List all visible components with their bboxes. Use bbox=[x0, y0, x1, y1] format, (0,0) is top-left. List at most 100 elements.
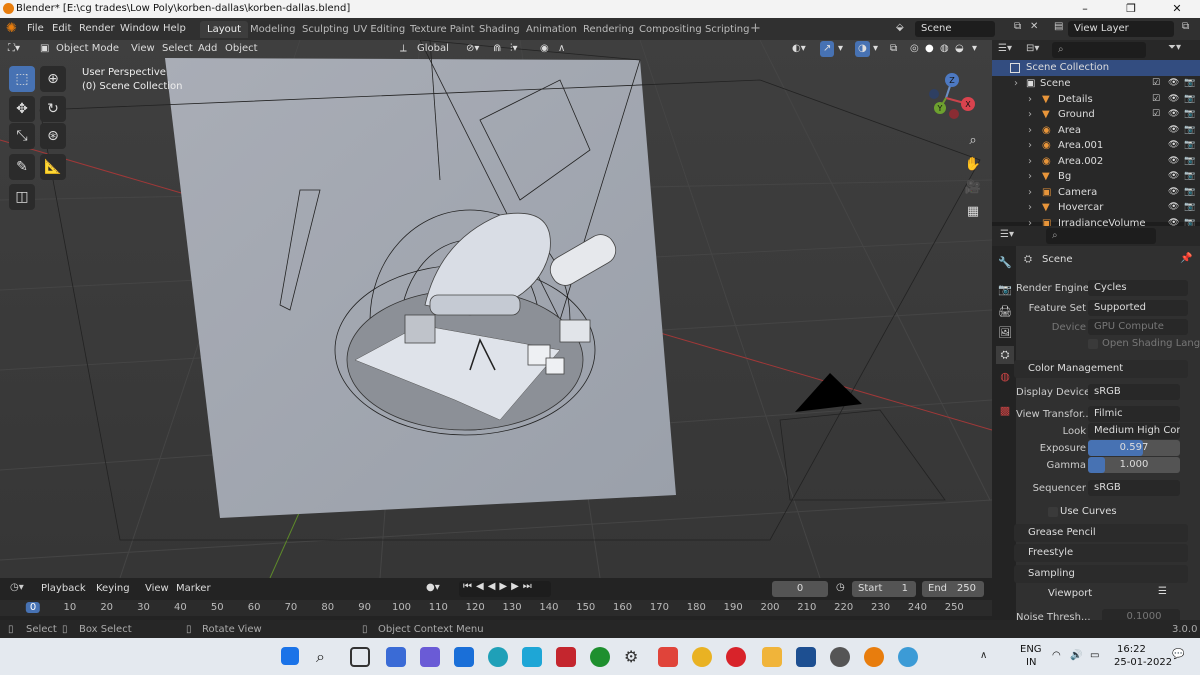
menu-help[interactable]: Help bbox=[163, 23, 186, 34]
visibility-eye-icon[interactable]: 👁 bbox=[1168, 107, 1179, 122]
outliner-row[interactable]: › ▣ Camera 👁 📷 bbox=[992, 185, 1200, 201]
office-icon[interactable] bbox=[658, 647, 678, 667]
visibility-eye-icon[interactable]: 👁 bbox=[1168, 92, 1179, 107]
outliner-search-input[interactable]: ⌕ bbox=[1052, 42, 1146, 58]
overlay-dropdown-icon[interactable]: ▾ bbox=[873, 41, 878, 57]
ortho-grid-icon[interactable]: ▦ bbox=[962, 201, 984, 223]
render-camera-icon[interactable]: 📷 bbox=[1184, 154, 1195, 169]
tab-layout[interactable]: Layout bbox=[200, 21, 248, 38]
render-camera-icon[interactable]: 📷 bbox=[1184, 92, 1195, 107]
outliner-row[interactable]: › ▼ Details 👁 📷 ☑ bbox=[992, 92, 1200, 108]
editor-type-icon[interactable]: ⛶▾ bbox=[8, 41, 20, 57]
viewport-menu-select[interactable]: Select bbox=[162, 41, 193, 57]
visibility-eye-icon[interactable]: 👁 bbox=[1168, 154, 1179, 169]
tool-tab-icon[interactable]: 🔧 bbox=[996, 254, 1014, 272]
expand-arrow-icon[interactable]: › bbox=[1028, 92, 1032, 107]
tab-animation[interactable]: Animation bbox=[519, 21, 584, 38]
3d-viewport[interactable]: ⛶▾ ▣ Object Mode View Select Add Object … bbox=[0, 40, 992, 578]
shading-dropdown-icon[interactable]: ▾ bbox=[972, 41, 977, 57]
expand-arrow-icon[interactable]: › bbox=[1028, 138, 1032, 153]
snap-icon[interactable]: ⋒ bbox=[493, 41, 501, 57]
view-layer-tab-icon[interactable]: 🖼 bbox=[996, 324, 1014, 342]
language-region[interactable]: IN bbox=[1026, 657, 1036, 668]
measure-tool-icon[interactable]: 📐 bbox=[40, 154, 66, 180]
tab-texture-paint[interactable]: Texture Paint bbox=[403, 21, 482, 38]
obs-icon[interactable] bbox=[830, 647, 850, 667]
copy-view-layer-icon[interactable]: ⧉ bbox=[1182, 21, 1189, 32]
expand-arrow-icon[interactable]: › bbox=[1028, 185, 1032, 200]
start-icon[interactable] bbox=[281, 647, 299, 665]
osl-checkbox[interactable] bbox=[1088, 339, 1098, 349]
copy-scene-icon[interactable]: ⧉ bbox=[1014, 21, 1021, 32]
menu-edit[interactable]: Edit bbox=[52, 23, 71, 34]
add-cube-tool-icon[interactable]: ◫ bbox=[9, 184, 35, 210]
render-camera-icon[interactable]: 📷 bbox=[1184, 107, 1195, 122]
blender-menu-icon[interactable]: ✺ bbox=[6, 21, 22, 37]
navigation-gizmo[interactable]: Z X Y bbox=[926, 70, 976, 126]
proportional-edit-icon[interactable]: ◉ bbox=[540, 41, 549, 57]
viewport-subpanel-label[interactable]: Viewport bbox=[1048, 588, 1092, 599]
delete-scene-icon[interactable]: ✕ bbox=[1030, 21, 1038, 32]
expand-arrow-icon[interactable]: › bbox=[1028, 123, 1032, 138]
visibility-eye-icon[interactable]: 👁 bbox=[1168, 76, 1179, 91]
camera-view-icon[interactable]: 🎥 bbox=[962, 177, 984, 199]
rotate-tool-icon[interactable]: ↻ bbox=[40, 96, 66, 122]
settings-gear-icon[interactable]: ⚙ bbox=[624, 647, 644, 667]
clock-date[interactable]: 25-01-2022 bbox=[1114, 657, 1172, 668]
select-box-tool-icon[interactable]: ⬚ bbox=[9, 66, 35, 92]
opera-icon[interactable] bbox=[726, 647, 746, 667]
marker-menu[interactable]: Marker bbox=[176, 583, 211, 594]
scene-tab-icon[interactable]: ⛭ bbox=[996, 346, 1014, 364]
mode-dropdown[interactable]: Object Mode bbox=[56, 41, 119, 57]
wifi-icon[interactable]: ◠ bbox=[1052, 650, 1061, 661]
outliner-row-scene-collection[interactable]: Scene Collection bbox=[992, 60, 1200, 76]
tab-modeling[interactable]: Modeling bbox=[243, 21, 303, 38]
device-dropdown[interactable]: GPU Compute bbox=[1088, 319, 1188, 335]
render-camera-icon[interactable]: 📷 bbox=[1184, 200, 1195, 215]
render-camera-icon[interactable]: 📷 bbox=[1184, 138, 1195, 153]
globe-app-icon[interactable] bbox=[898, 647, 918, 667]
scale-tool-icon[interactable]: ⤡ bbox=[9, 123, 35, 149]
exposure-slider[interactable]: 0.597 bbox=[1088, 440, 1180, 456]
current-frame-field[interactable]: 0 bbox=[772, 581, 828, 597]
end-frame-field[interactable]: End 250 bbox=[922, 581, 984, 597]
expand-arrow-icon[interactable]: › bbox=[1028, 107, 1032, 122]
timeline-view-menu[interactable]: View bbox=[145, 583, 169, 594]
visibility-eye-icon[interactable]: 👁 bbox=[1168, 185, 1179, 200]
menu-file[interactable]: File bbox=[27, 23, 44, 34]
render-camera-icon[interactable]: 📷 bbox=[1184, 76, 1195, 91]
expand-arrow-icon[interactable]: › bbox=[1028, 154, 1032, 169]
outliner-row[interactable]: › ▼ Bg 👁 📷 bbox=[992, 169, 1200, 185]
render-camera-icon[interactable]: 📷 bbox=[1184, 185, 1195, 200]
widgets-icon[interactable] bbox=[386, 647, 406, 667]
properties-editor-icon[interactable]: ☰▾ bbox=[1000, 229, 1014, 240]
expand-arrow-icon[interactable]: › bbox=[1028, 169, 1032, 184]
shading-rendered-icon[interactable]: ◒ bbox=[955, 41, 964, 57]
texture-tab-icon[interactable]: ▩ bbox=[996, 402, 1014, 420]
list-icon[interactable]: ☰ bbox=[1158, 586, 1167, 597]
annotate-tool-icon[interactable]: ✎ bbox=[9, 154, 35, 180]
falloff-icon[interactable]: ∧ bbox=[558, 41, 565, 57]
zoom-icon[interactable]: ⌕ bbox=[962, 130, 984, 152]
record-icon[interactable]: ●▾ bbox=[426, 582, 440, 593]
blender-taskbar-icon[interactable] bbox=[864, 647, 884, 667]
file-explorer-icon[interactable] bbox=[762, 647, 782, 667]
use-curves-checkbox[interactable] bbox=[1048, 507, 1058, 517]
mcafee-icon[interactable] bbox=[556, 647, 576, 667]
shading-solid-icon[interactable]: ● bbox=[925, 41, 934, 57]
pan-hand-icon[interactable]: ✋ bbox=[962, 154, 984, 176]
scene-field[interactable]: Scene bbox=[915, 21, 995, 37]
maximize-button[interactable]: ❐ bbox=[1108, 0, 1154, 18]
transform-tool-icon[interactable]: ⊛ bbox=[40, 123, 66, 149]
render-engine-dropdown[interactable]: Cycles bbox=[1088, 280, 1188, 296]
shading-wireframe-icon[interactable]: ◎ bbox=[910, 41, 919, 57]
volume-icon[interactable]: 🔊 bbox=[1070, 650, 1082, 661]
pin-icon[interactable]: 📌 bbox=[1180, 253, 1192, 264]
outliner-row[interactable]: › ◉ Area.002 👁 📷 bbox=[992, 154, 1200, 170]
task-view-icon[interactable] bbox=[350, 647, 370, 667]
outliner-row[interactable]: › ▼ Hovercar 👁 📷 bbox=[992, 200, 1200, 216]
viewport-menu-view[interactable]: View bbox=[131, 41, 155, 57]
menu-render[interactable]: Render bbox=[79, 23, 115, 34]
freestyle-header[interactable]: Freestyle bbox=[1014, 544, 1188, 562]
color-management-header[interactable]: Color Management bbox=[1014, 360, 1188, 378]
